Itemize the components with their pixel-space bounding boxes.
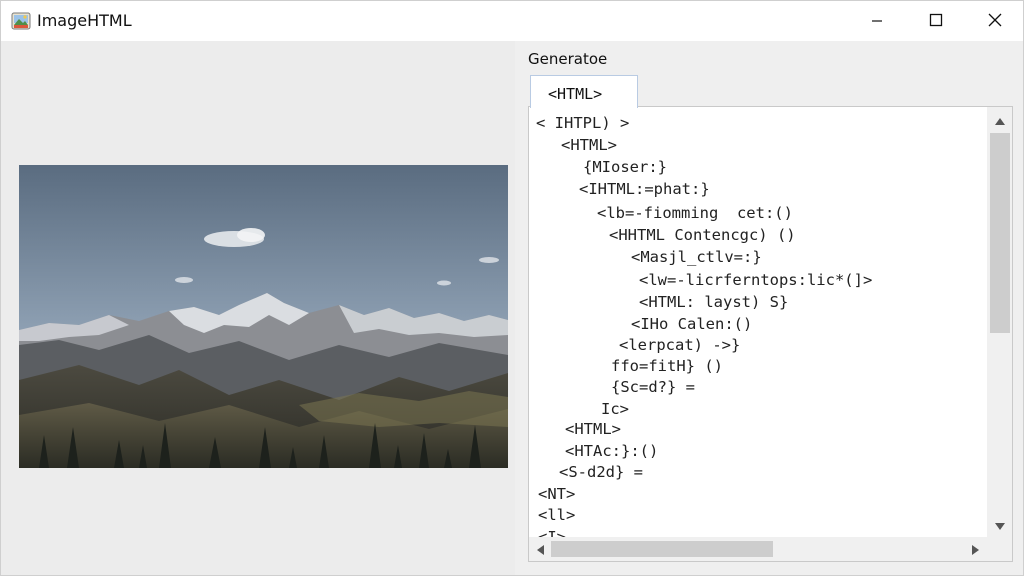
generator-label: Generatoe [528,50,608,68]
vertical-scrollbar[interactable] [987,107,1012,537]
code-line: <HTML> [565,420,621,438]
scroll-down-button[interactable] [987,515,1012,535]
app-picture-icon [11,11,31,31]
scroll-left-button[interactable] [531,537,549,561]
close-icon [988,12,1002,31]
code-line: ffo=fitH} () [611,357,723,375]
mountain-landscape-photo [19,165,508,468]
code-line: <HTML> [561,136,617,154]
code-line: <NT> [538,485,576,503]
maximize-button[interactable] [907,1,965,41]
scroll-right-button[interactable] [967,537,985,561]
code-line: <IHo Calen:() [631,315,753,333]
tab-label: <HTML> [548,85,603,103]
code-line: Ic> [601,400,629,418]
minimize-button[interactable] [848,1,906,41]
code-line: <HHTML Contencgc) () [609,226,796,244]
code-line: <HTAc:}:() [565,442,659,460]
triangle-up-icon [995,110,1005,129]
close-button[interactable] [966,1,1024,41]
vertical-scroll-thumb[interactable] [990,133,1010,333]
code-editor[interactable]: < IHTPL) > <HTML> {MIoser:} <IHTML:=phat… [528,106,1013,562]
scrollbar-corner [987,537,1012,561]
minimize-icon [871,12,883,31]
horizontal-scrollbar[interactable] [529,537,987,561]
image-preview-pane [1,41,515,575]
code-view[interactable]: < IHTPL) > <HTML> {MIoser:} <IHTML:=phat… [529,107,987,537]
code-line: {MIoser:} [583,158,667,176]
code-line: <lb=-fiomming cet:() [597,204,793,222]
code-line: <Masjl_ctlv=:} [631,248,762,266]
triangle-down-icon [995,516,1005,535]
code-line: <lerpcat) ->} [619,336,741,354]
scroll-up-button[interactable] [987,109,1012,129]
triangle-right-icon [972,540,980,559]
code-line: <IHTML:=phat:} [579,180,710,198]
code-line: {Sc=d?} = [611,378,695,396]
maximize-icon [929,12,943,31]
code-line: <HTML: layst) S} [639,293,789,311]
horizontal-scroll-thumb[interactable] [551,541,773,557]
triangle-left-icon [536,540,544,559]
code-line: <ll> [538,506,576,524]
code-line: <lw=-licrferntops:lic*(]> [639,271,873,289]
code-line: < IHTPL) > [536,114,630,132]
code-line: <I> [538,528,566,537]
tab-html[interactable]: <HTML> [530,75,638,108]
app-window: ImageHTML Generatoe <HTML> < IHTPL) > <H… [0,0,1024,576]
title-bar[interactable]: ImageHTML [1,1,1023,41]
code-line: <S-d2d} = [559,463,643,481]
window-title: ImageHTML [37,11,132,30]
